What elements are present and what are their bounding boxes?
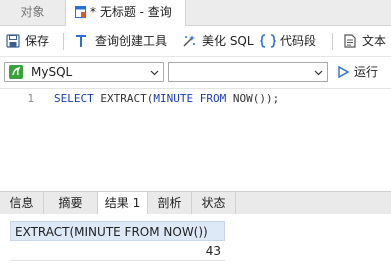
query-builder-icon [76,35,86,47]
connection-select[interactable]: MySQL [4,62,164,82]
connection-bar: MySQL 运行 [0,57,391,87]
tab-result-1[interactable]: 结果 1 [98,192,148,215]
line-gutter: 1 [0,89,40,191]
query-tab-icon [75,6,86,18]
text-button[interactable]: 文本 [344,26,391,56]
tab-profile[interactable]: 剖析 [148,192,192,214]
beautify-sql-label: 美化 SQL [202,34,254,48]
run-label: 运行 [354,65,379,79]
text-icon [344,34,356,48]
result-tab-bar: 信息 摘要 结果 1 剖析 状态 [0,191,391,215]
connection-value: MySQL [31,65,73,79]
sql-space [193,92,200,105]
run-icon [338,66,349,78]
query-builder-button[interactable]: 查询创建工具 [74,26,174,56]
sql-keyword: SELECT [54,92,94,105]
line-number: 1 [27,92,34,105]
tab-info[interactable]: 信息 [0,192,44,214]
editor-tab-bar: 对象 * 无标题 - 查询 [0,0,391,26]
sql-function: NOW()); [226,92,280,105]
tab-query[interactable]: * 无标题 - 查询 [66,0,186,26]
save-icon [6,34,20,48]
chevron-down-icon [150,70,159,76]
column-header[interactable]: EXTRACT(MINUTE FROM NOW()) [10,221,225,241]
snippet-label: 代码段 [280,34,317,48]
code-line: SELECT EXTRACT(MINUTE FROM NOW()); [54,92,279,105]
table-cell[interactable]: 43 [10,241,225,261]
database-select[interactable] [168,62,328,82]
sql-keyword: MINUTE [153,92,194,105]
sql-keyword: FROM [199,92,227,105]
result-grid: EXTRACT(MINUTE FROM NOW()) 43 [0,214,391,269]
tab-summary[interactable]: 摘要 [44,192,98,214]
beautify-icon [183,35,195,47]
sql-function: EXTRACT( [93,92,154,105]
snippet-icon [260,34,276,48]
tab-status[interactable]: 状态 [192,192,236,214]
snippet-button[interactable]: 代码段 [260,26,322,56]
save-button[interactable]: 保存 [6,26,56,56]
beautify-sql-button[interactable]: 美化 SQL [182,26,254,56]
tab-objects[interactable]: 对象 [0,0,66,25]
chevron-down-icon [314,70,323,76]
mysql-icon [9,65,23,79]
sql-editor[interactable]: 1 SELECT EXTRACT(MINUTE FROM NOW()); [0,88,391,191]
query-builder-label: 查询创建工具 [95,34,168,48]
toolbar: 保存 查询创建工具 美化 SQL 代码段 文本 [0,26,391,57]
toolbar-divider [332,33,333,50]
save-label: 保存 [25,34,50,48]
text-label: 文本 [362,34,387,48]
tab-query-label: * 无标题 - 查询 [90,5,172,19]
toolbar-divider [63,33,64,50]
